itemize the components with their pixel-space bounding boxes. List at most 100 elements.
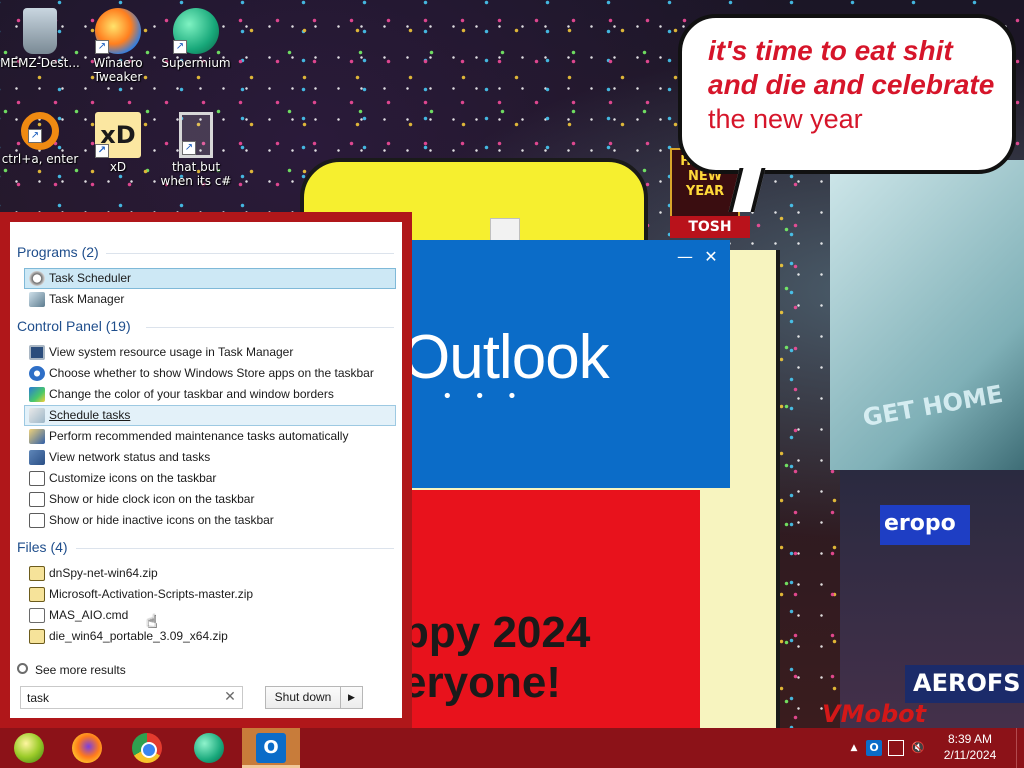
outlook-icon: O [256,733,286,763]
task-manager-icon [29,292,45,307]
result-label: Schedule tasks [49,408,131,422]
result-task-manager[interactable]: Task Manager [24,289,396,310]
outlook-title: Outlook [408,323,610,392]
color-icon [29,387,45,402]
result-taskbar-color[interactable]: Change the color of your taskbar and win… [24,384,396,405]
shutdown-options-arrow-icon[interactable]: ▶ [340,687,362,708]
result-inactive-icons[interactable]: Show or hide inactive icons on the taskb… [24,510,396,531]
start-button[interactable] [0,728,58,768]
desktop-icon-winaero[interactable]: ↗ Winaero Tweaker [78,4,158,92]
shortcut-arrow-icon: ↗ [95,144,109,158]
result-file-die[interactable]: die_win64_portable_3.09_x64.zip [24,626,396,647]
search-icon [17,663,28,674]
bubble-line-2: and die and celebrate [708,69,995,100]
search-box[interactable]: ✕ [20,686,243,709]
bubble-line-1: it's time to eat shit [708,35,953,66]
group-divider [106,253,394,254]
desktop-icon-memz[interactable]: MEMZ-Dest... [0,4,80,92]
speech-bubble-text: it's time to eat shit and die and celebr… [708,34,1008,136]
shortcut-arrow-icon: ↗ [95,40,109,54]
result-label: View network status and tasks [49,450,211,464]
clock-time: 8:39 AM [947,732,993,746]
group-divider [146,327,394,328]
volume-muted-icon[interactable]: 🔇 [910,740,926,756]
building-billboard [830,160,1024,470]
result-store-apps-taskbar[interactable]: Choose whether to show Windows Store app… [24,363,396,384]
taskbar-icon [29,471,45,486]
result-clock-icon[interactable]: Show or hide clock icon on the taskbar [24,489,396,510]
happy-line-2: eryone! [402,658,561,707]
result-file-dnspy[interactable]: dnSpy-net-win64.zip [24,563,396,584]
control-panel-group-header[interactable]: Control Panel (19) [17,318,131,334]
taskbar-chrome[interactable] [118,728,176,768]
search-results-panel: Programs (2) Task Scheduler Task Manager… [10,222,402,718]
start-orb-icon [14,733,44,763]
tray-clock[interactable]: 8:39 AM 2/11/2024 [938,731,1002,763]
result-label: Show or hide inactive icons on the taskb… [49,513,274,527]
network-icon [29,450,45,465]
result-label: Customize icons on the taskbar [49,471,217,485]
gear-icon [29,366,45,381]
result-system-resource[interactable]: View system resource usage in Task Manag… [24,342,396,363]
shutdown-button[interactable]: Shut down ▶ [265,686,363,709]
desktop-icon-label: ctrl+a, enter [1,152,79,166]
programs-group-header[interactable]: Programs (2) [17,244,99,260]
desktop-icon-label: MEMZ-Dest... [0,56,80,70]
result-label: Change the color of your taskbar and win… [49,387,334,401]
minimize-button[interactable]: — [672,246,698,270]
copy-icon: ↗ [179,112,213,158]
result-task-scheduler[interactable]: Task Scheduler [24,268,396,289]
zip-icon [29,629,45,644]
tosh-sign: TOSH [670,216,750,238]
taskbar-icon [29,513,45,528]
outlook-splash-window[interactable]: — ✕ Outlook • • • [408,240,730,488]
see-more-label: See more results [35,663,126,677]
shortcut-arrow-icon: ↗ [173,40,187,54]
result-label: Task Scheduler [49,271,132,285]
loading-dots: • • • [442,386,526,407]
chevron-up-icon[interactable]: ▲ [846,740,862,756]
result-label: Microsoft-Activation-Scripts-master.zip [49,587,254,601]
show-desktop-button[interactable] [1016,728,1024,768]
shutdown-label: Shut down [274,690,332,704]
clear-search-icon[interactable]: ✕ [222,688,238,707]
result-schedule-tasks[interactable]: Schedule tasks [24,405,396,426]
shortcut-arrow-icon: ↗ [28,129,42,143]
result-network-status[interactable]: View network status and tasks [24,447,396,468]
happy-new-year-text: ppy 2024 eryone! [402,608,702,708]
desktop-icon-xd[interactable]: xD ↗ xD [78,108,158,196]
taskbar-supermium[interactable] [180,728,238,768]
group-divider [76,548,394,549]
desktop-icon-supermium[interactable]: ↗ Supermium [156,4,236,92]
airport-sign: eropo [880,505,970,545]
see-more-results-link[interactable]: See more results [17,661,126,679]
result-file-mas-master[interactable]: Microsoft-Activation-Scripts-master.zip [24,584,396,605]
result-file-mas-aio[interactable]: MAS_AIO.cmd [24,605,396,626]
search-input[interactable] [21,687,211,709]
hand-cursor-icon: ☝ [146,611,157,632]
chrome-icon [132,733,162,763]
winaero-icon: ↗ [95,8,141,54]
outlook-tray-icon[interactable]: O [866,740,882,756]
result-label: Perform recommended maintenance tasks au… [49,429,349,443]
desktop-icon-that-but[interactable]: ↗ that but when its c# [156,108,236,196]
firefox-icon [72,733,102,763]
taskbar-firefox[interactable] [58,728,116,768]
desktop-icon-ctrl-a[interactable]: ↗ ctrl+a, enter [0,108,80,196]
ring-icon: ↗ [21,112,59,150]
taskbar-outlook[interactable]: O [242,728,300,768]
result-maintenance[interactable]: Perform recommended maintenance tasks au… [24,426,396,447]
supermium-icon: ↗ [173,8,219,54]
result-customize-icons[interactable]: Customize icons on the taskbar [24,468,396,489]
clock-date: 2/11/2024 [943,748,997,762]
maintenance-icon [29,429,45,444]
network-icon[interactable] [888,740,904,756]
aerofs-sign: AEROFS [905,665,1024,703]
monitor-icon [29,345,45,360]
document-icon [490,218,520,242]
files-group-header[interactable]: Files (4) [17,539,68,555]
result-label: MAS_AIO.cmd [49,608,129,622]
taskbar-icon [29,492,45,507]
desktop-icon-label: Supermium [161,56,231,70]
close-button[interactable]: ✕ [698,246,724,270]
